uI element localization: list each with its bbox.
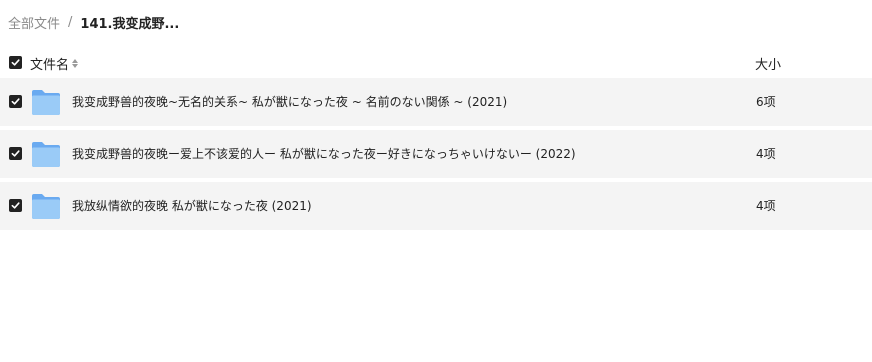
select-all-checkbox[interactable] — [9, 56, 22, 69]
table-row[interactable]: 我变成野兽的夜晚~无名的关系~ 私が獣になった夜 ~ 名前のない関係 ~ (20… — [0, 78, 872, 126]
breadcrumb: 全部文件 / 141.我变成野... — [8, 12, 179, 32]
file-size: 4项 — [756, 147, 776, 161]
breadcrumb-current: 141.我变成野... — [80, 16, 180, 32]
breadcrumb-root-link[interactable]: 全部文件 — [8, 13, 60, 32]
file-name-link[interactable]: 我变成野兽的夜晚ー爱上不该爱的人ー 私が獣になった夜ー好きになっちゃいけないー … — [72, 145, 576, 162]
file-name-link[interactable]: 我变成野兽的夜晚~无名的关系~ 私が獣になった夜 ~ 名前のない関係 ~ (20… — [72, 93, 507, 110]
folder-icon — [32, 90, 60, 115]
row-checkbox[interactable] — [9, 199, 22, 212]
file-size: 6项 — [756, 95, 776, 109]
sort-icon[interactable] — [72, 59, 79, 68]
breadcrumb-separator: / — [68, 14, 73, 30]
column-header-size[interactable]: 大小 — [755, 54, 781, 73]
column-header-name-label: 文件名 — [30, 58, 70, 73]
row-checkbox[interactable] — [9, 147, 22, 160]
check-icon — [11, 59, 20, 66]
row-checkbox[interactable] — [9, 95, 22, 108]
table-row[interactable]: 我变成野兽的夜晚ー爱上不该爱的人ー 私が獣になった夜ー好きになっちゃいけないー … — [0, 130, 872, 178]
folder-icon — [32, 194, 60, 219]
check-icon — [11, 150, 20, 157]
table-header: 文件名 大小 — [0, 51, 872, 75]
column-header-name[interactable]: 文件名 — [30, 54, 79, 73]
check-icon — [11, 98, 20, 105]
table-row[interactable]: 我放纵情欲的夜晚 私が獣になった夜 (2021) 4项 — [0, 182, 872, 230]
folder-icon — [32, 142, 60, 167]
file-size: 4项 — [756, 199, 776, 213]
check-icon — [11, 202, 20, 209]
file-name-link[interactable]: 我放纵情欲的夜晚 私が獣になった夜 (2021) — [72, 197, 312, 214]
